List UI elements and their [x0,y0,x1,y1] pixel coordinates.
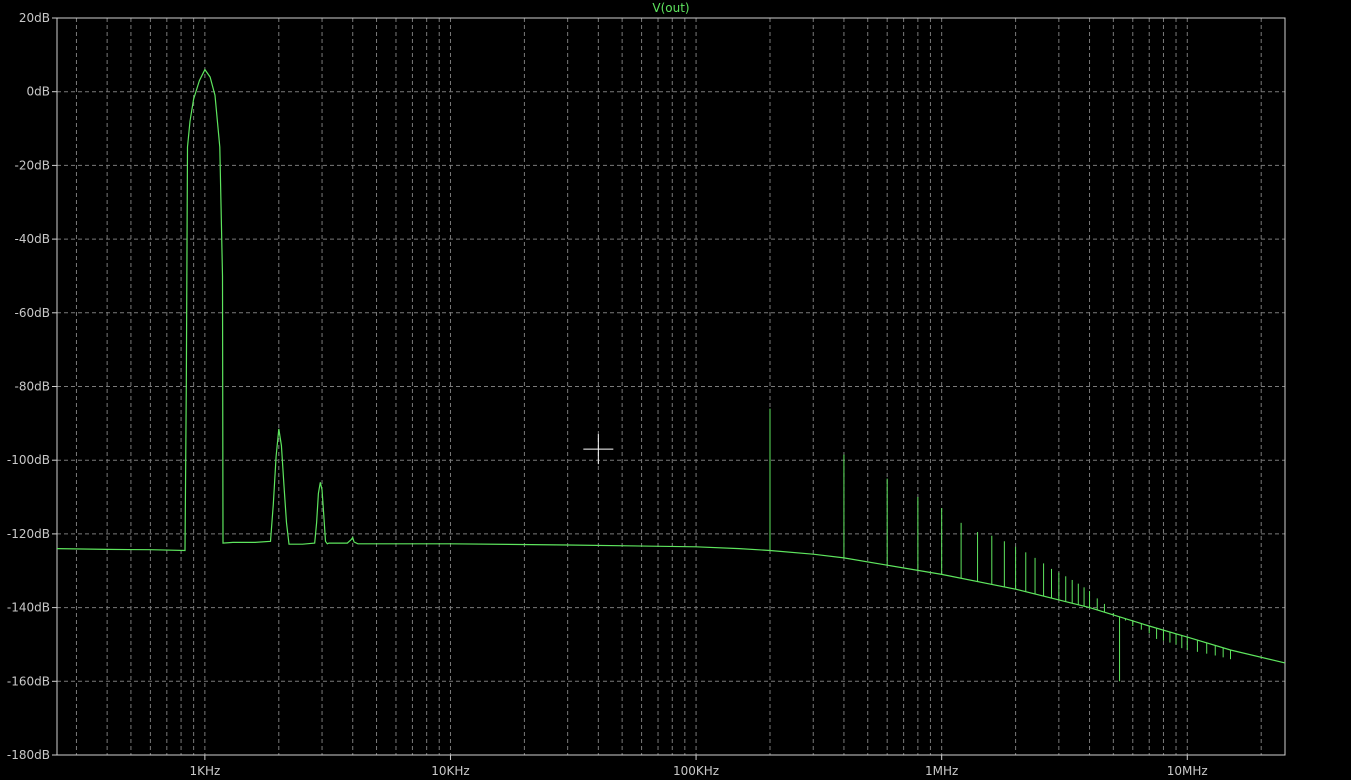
x-tick-label: 10KHz [431,764,469,778]
trace-title[interactable]: V(out) [652,1,689,15]
y-tick-label: -100dB [7,453,50,467]
y-tick-label: -80dB [15,380,50,394]
x-tick-label: 100KHz [673,764,719,778]
y-tick-label: -160dB [7,674,50,688]
y-tick-label: 20dB [19,11,50,25]
x-tick-label: 1MHz [925,764,958,778]
traces [56,68,1286,682]
crosshair-cursor [583,434,614,465]
trace-v-out [56,68,1286,664]
y-axis: 20dB 0dB -20dB -40dB -60dB -80dB -100dB -120dB -… [7,11,57,762]
y-tick-label: -120dB [7,527,50,541]
grid [57,18,1285,755]
y-tick-label: -40dB [15,232,50,246]
x-tick-label: 1KHz [189,764,220,778]
x-axis: 1KHz 10KHz 100KHz 1MHz 10MHz [189,755,1208,778]
y-tick-label: -180dB [7,748,50,762]
y-tick-label: -60dB [15,306,50,320]
y-tick-label: -20dB [15,158,50,172]
spectrum-plot[interactable]: 20dB 0dB -20dB -40dB -60dB -80dB -100dB -120dB -… [0,0,1351,780]
y-tick-label: -140dB [7,601,50,615]
x-tick-label: 10MHz [1167,764,1208,778]
y-tick-label: 0dB [27,85,50,99]
